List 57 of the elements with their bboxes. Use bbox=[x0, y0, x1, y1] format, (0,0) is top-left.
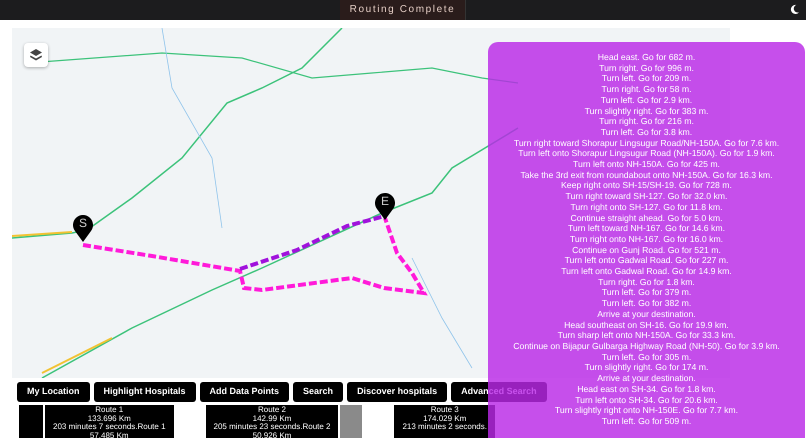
direction-step: Turn left. Go for 382 m. bbox=[602, 298, 692, 309]
direction-step: Continue on Gunj Road. Go for 521 m. bbox=[572, 244, 721, 256]
direction-step: Head east on SH-34. Go for 1.8 km. bbox=[577, 384, 716, 394]
direction-step: Turn right. Go for 216 m. bbox=[599, 116, 694, 127]
direction-step: Head east. Go for 682 m. bbox=[598, 52, 696, 63]
direction-step: Turn slightly right. Go for 383 m. bbox=[584, 106, 708, 116]
toolbar-button[interactable]: Highlight Hospitals bbox=[94, 382, 196, 402]
direction-step: Turn left toward NH-167. Go for 14.6 km. bbox=[568, 223, 726, 234]
direction-step: Turn right. Go for 1.8 km. bbox=[598, 276, 695, 288]
direction-step: Continue straight ahead. Go for 5.0 km. bbox=[570, 212, 723, 224]
route-summary-text: 205 minutes 23 seconds.Route 2 bbox=[214, 423, 330, 432]
pin-label: S bbox=[78, 216, 88, 230]
route-summary-card[interactable]: Route 1 133.696 Km 203 minutes 7 seconds.Route 1 57.485 Km bbox=[45, 405, 174, 438]
layers-button[interactable] bbox=[24, 43, 48, 67]
toolbar-button[interactable]: Add Data Points bbox=[200, 382, 290, 402]
direction-step: Turn right onto SH-127. Go for 11.8 km. bbox=[570, 202, 723, 213]
direction-step: Keep right onto SH-15/SH-19. Go for 728 m. bbox=[561, 180, 732, 192]
direction-step: Turn left. Go for 2.9 km. bbox=[600, 94, 692, 106]
route-summary-text: Route 2 bbox=[256, 406, 288, 415]
layers-icon bbox=[29, 48, 43, 62]
moon-icon[interactable] bbox=[789, 4, 800, 15]
route-summary-text: Route 1 bbox=[94, 406, 124, 415]
route-summary-text: 142.99 Km bbox=[252, 414, 292, 423]
direction-step: Arrive at your destination. bbox=[597, 308, 696, 320]
direction-step: Turn slightly right. Go for 174 m. bbox=[584, 362, 708, 374]
toolbar-button[interactable]: Search bbox=[293, 382, 344, 402]
direction-step: Turn left. Go for 305 m. bbox=[602, 352, 692, 362]
direction-step: Turn right onto NH-167. Go for 16.0 km. bbox=[570, 234, 724, 245]
direction-step: Turn left. Go for 509 m. bbox=[602, 416, 692, 427]
route-summary-text: 174.029 Km bbox=[422, 414, 468, 423]
route-summary-text: 133.696 Km bbox=[86, 414, 132, 423]
route-summary-card[interactable]: Route 2 142.99 Km 205 minutes 23 seconds.Route 2 50.926 Km bbox=[206, 405, 338, 438]
route-summary-text: 57.485 Km bbox=[88, 432, 130, 438]
toolbar-button[interactable]: My Location bbox=[17, 382, 90, 402]
route-summary-text: 203 minutes 7 seconds.Route 1 bbox=[53, 423, 166, 432]
route-summary-text: 213 minutes 2 seconds. bbox=[402, 423, 487, 432]
direction-step: Turn right. Go for 996 m. bbox=[599, 62, 694, 74]
direction-step: Turn left. Go for 209 m. bbox=[602, 73, 692, 84]
card-background bbox=[19, 405, 43, 438]
direction-step: Turn right. Go for 58 m. bbox=[602, 84, 692, 95]
direction-step: Turn left onto Gadwal Road. Go for 14.9 km. bbox=[561, 266, 732, 277]
pin-label: E bbox=[380, 194, 390, 208]
direction-step: Turn left onto Gadwal Road. Go for 227 m. bbox=[564, 255, 728, 266]
direction-step: Turn slightly right onto NH-150E. Go for 7.7 km. bbox=[554, 405, 738, 416]
direction-step: Turn left onto NH-150A. Go for 425 m. bbox=[573, 159, 720, 170]
direction-step: Turn left. Go for 3.8 km. bbox=[600, 126, 692, 138]
direction-step: Head southeast on SH-16. Go for 19.9 km. bbox=[564, 320, 729, 330]
card-background bbox=[340, 405, 362, 438]
direction-step: Turn left. Go for 379 m. bbox=[602, 287, 692, 298]
app-title: Routing Complete bbox=[340, 0, 466, 20]
direction-step: Turn left onto SH-34. Go for 20.6 km. bbox=[575, 394, 718, 406]
map-pin[interactable]: E bbox=[374, 191, 396, 221]
direction-step: Turn right toward SH-127. Go for 32.0 km. bbox=[566, 191, 728, 202]
map-pin[interactable]: S bbox=[72, 213, 94, 243]
toolbar-button[interactable]: Discover hospitals bbox=[347, 382, 448, 402]
route-summary-text: Route 3 bbox=[430, 406, 460, 415]
route-summary-text: 50.926 Km bbox=[252, 432, 292, 438]
